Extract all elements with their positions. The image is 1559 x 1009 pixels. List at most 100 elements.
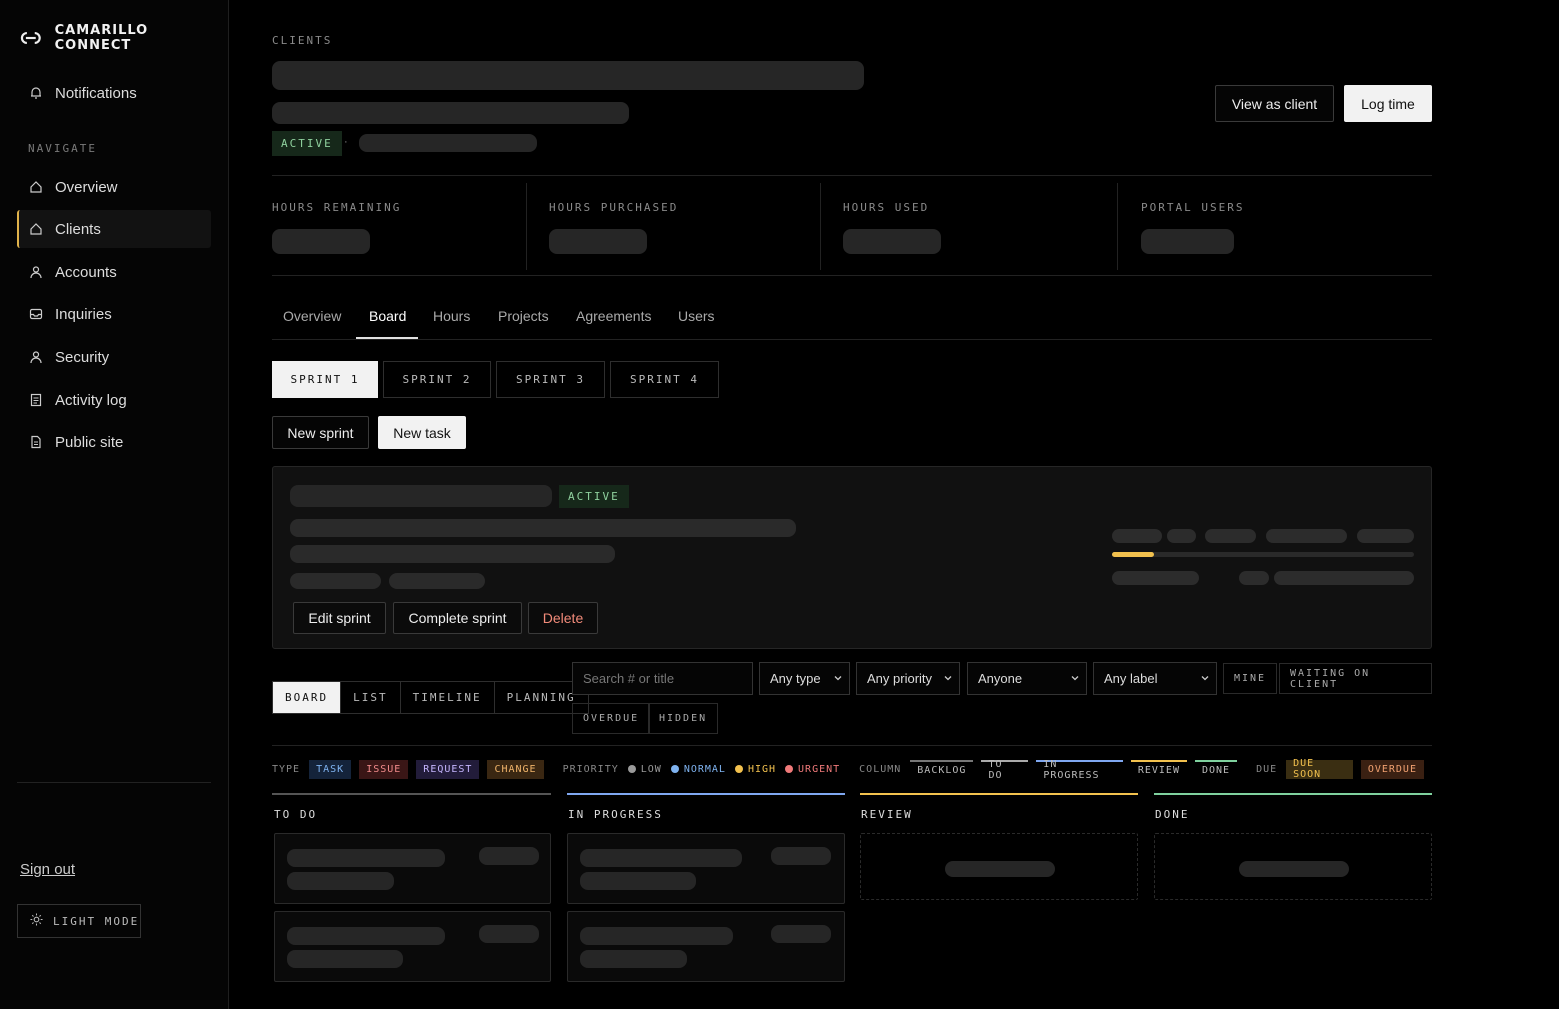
tabs-divider <box>272 339 1432 340</box>
legend-column-label: COLUMN <box>859 763 902 775</box>
log-time-button[interactable]: Log time <box>1344 85 1432 122</box>
sidebar: CAMARILLO CONNECT Notifications NAVIGATE… <box>0 0 229 1009</box>
tab-hours[interactable]: Hours <box>433 308 470 324</box>
view-list[interactable]: LIST <box>341 682 401 713</box>
inbox-icon <box>29 307 43 321</box>
new-task-button[interactable]: New task <box>378 416 466 449</box>
priority-label: URGENT <box>798 763 841 775</box>
stat-value-skeleton <box>843 229 941 254</box>
sprint-title-skeleton <box>290 485 552 507</box>
priority-select[interactable]: Any priority <box>856 662 960 695</box>
column-header-bar <box>860 793 1138 795</box>
user-icon <box>29 350 43 364</box>
stats-bottom-divider <box>272 275 1432 276</box>
column-header-bar <box>567 793 845 795</box>
task-card[interactable] <box>274 833 551 904</box>
sprint-tab-2[interactable]: SPRINT 2 <box>383 361 491 398</box>
notifications-link[interactable]: Notifications <box>17 74 211 112</box>
progress-meta-skeleton <box>1274 571 1414 585</box>
light-mode-button[interactable]: LIGHT MODE <box>17 904 141 938</box>
complete-sprint-button[interactable]: Complete sprint <box>393 602 522 634</box>
sprint-tab-3[interactable]: SPRINT 3 <box>496 361 605 398</box>
light-mode-label: LIGHT MODE <box>53 914 140 928</box>
card-badge-skeleton <box>479 925 539 943</box>
view-toggle: BOARD LIST TIMELINE PLANNING <box>272 681 589 714</box>
status-badge: ACTIVE <box>272 131 342 156</box>
hidden-filter[interactable]: HIDDEN <box>648 703 719 734</box>
column-header-bar <box>272 793 551 795</box>
tab-board[interactable]: Board <box>369 308 406 324</box>
search-input[interactable]: Search # or title <box>572 662 753 695</box>
priority-dot <box>670 765 679 773</box>
overdue-filter[interactable]: OVERDUE <box>572 703 651 734</box>
tab-overview[interactable]: Overview <box>283 308 341 324</box>
tab-agreements[interactable]: Agreements <box>576 308 651 324</box>
sidebar-item-accounts[interactable]: Accounts <box>17 253 211 291</box>
column-tag-todo: TO DO <box>981 759 1029 781</box>
priority-label: NORMAL <box>683 763 726 775</box>
filters-divider <box>272 745 1432 746</box>
tab-projects[interactable]: Projects <box>498 308 549 324</box>
bell-icon <box>29 86 43 100</box>
assignee-select[interactable]: Anyone <box>967 662 1087 695</box>
legend-priority-label: PRIORITY <box>562 763 619 775</box>
stat-value-skeleton <box>1141 229 1234 254</box>
task-card[interactable] <box>567 911 845 982</box>
priority-low: LOW <box>627 764 662 775</box>
sidebar-item-clients[interactable]: Clients <box>17 210 211 248</box>
sidebar-item-security[interactable]: Security <box>17 338 211 376</box>
sidebar-item-label: Accounts <box>55 263 117 281</box>
waiting-on-client-filter[interactable]: WAITING ON CLIENT <box>1279 663 1432 694</box>
brand[interactable]: CAMARILLO CONNECT <box>17 23 228 53</box>
sidebar-item-overview[interactable]: Overview <box>17 168 211 206</box>
chevron-down-icon <box>833 671 843 686</box>
empty-state-skeleton <box>1239 861 1349 877</box>
overdue-tag: OVERDUE <box>1360 759 1424 779</box>
mine-filter[interactable]: MINE <box>1223 663 1278 694</box>
sprint-meta-skeleton <box>389 573 485 589</box>
sidebar-item-label: Activity log <box>55 391 127 409</box>
section-label: CLIENTS <box>272 34 333 47</box>
sprint-desc-skeleton <box>290 545 615 563</box>
stat-value-skeleton <box>549 229 647 254</box>
progress-stat-skeleton <box>1112 529 1162 543</box>
stat-divider <box>820 183 821 270</box>
type-select[interactable]: Any type <box>759 662 850 695</box>
new-sprint-button[interactable]: New sprint <box>272 416 369 449</box>
progress-meta-skeleton <box>1239 571 1269 585</box>
tab-users[interactable]: Users <box>678 308 715 324</box>
sign-out-link[interactable]: Sign out <box>20 861 75 878</box>
home-icon <box>29 180 43 194</box>
progress-stat-skeleton <box>1266 529 1347 543</box>
view-timeline[interactable]: TIMELINE <box>401 682 495 713</box>
type-tag-change: CHANGE <box>487 759 544 779</box>
card-meta-skeleton <box>287 950 403 968</box>
view-as-client-button[interactable]: View as client <box>1215 85 1334 122</box>
card-meta-skeleton <box>287 872 394 890</box>
sprint-tab-4[interactable]: SPRINT 4 <box>610 361 719 398</box>
sidebar-item-public-site[interactable]: Public site <box>17 423 211 461</box>
sidebar-item-inquiries[interactable]: Inquiries <box>17 295 211 333</box>
legend-due-label: DUE <box>1256 763 1278 775</box>
type-tag-request: REQUEST <box>416 759 480 779</box>
delete-sprint-button[interactable]: Delete <box>528 602 598 634</box>
task-card[interactable] <box>567 833 845 904</box>
sidebar-item-label: Inquiries <box>55 305 112 323</box>
progress-stat-skeleton <box>1167 529 1196 543</box>
sidebar-item-activity-log[interactable]: Activity log <box>17 381 211 419</box>
card-title-skeleton <box>287 849 445 867</box>
priority-dot <box>627 765 636 773</box>
task-card[interactable] <box>274 911 551 982</box>
column-title-in-progress: IN PROGRESS <box>568 808 663 821</box>
edit-sprint-button[interactable]: Edit sprint <box>293 602 386 634</box>
label-select[interactable]: Any label <box>1093 662 1217 695</box>
sprint-tab-1[interactable]: SPRINT 1 <box>272 361 378 398</box>
view-board[interactable]: BOARD <box>273 682 342 713</box>
sun-icon <box>30 913 43 929</box>
stat-label: PORTAL USERS <box>1141 201 1245 214</box>
stat-divider <box>1117 183 1118 270</box>
empty-column-placeholder <box>860 833 1138 900</box>
empty-column-placeholder <box>1154 833 1432 900</box>
column-tag-review: REVIEW <box>1130 759 1187 779</box>
sprint-meta-skeleton <box>290 573 381 589</box>
